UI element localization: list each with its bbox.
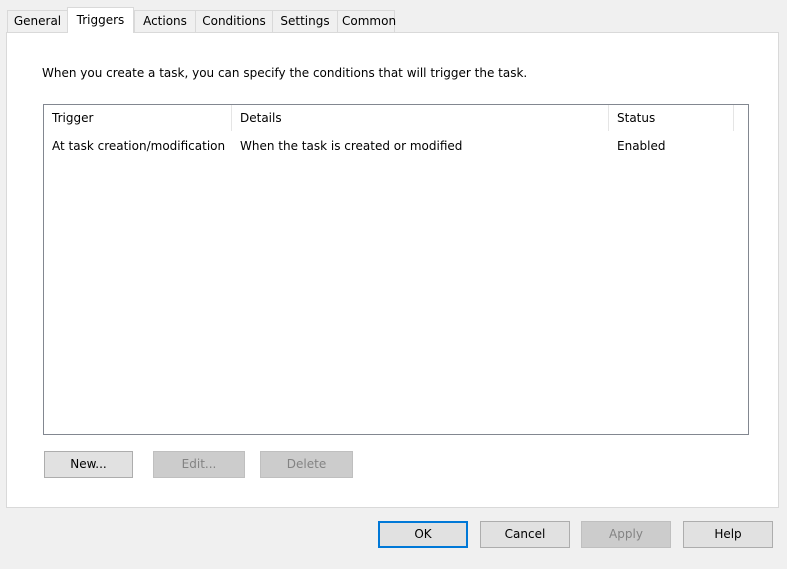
ok-button[interactable]: OK xyxy=(378,521,468,548)
cell-details: When the task is created or modified xyxy=(240,139,463,153)
tab-label: Settings xyxy=(280,14,330,28)
new-button[interactable]: New... xyxy=(44,451,133,478)
delete-button[interactable]: Delete xyxy=(260,451,353,478)
tab-label: Triggers xyxy=(76,13,125,27)
column-header-trigger[interactable]: Trigger xyxy=(44,105,231,131)
tab-label: Actions xyxy=(143,14,187,28)
tab-label: Conditions xyxy=(202,14,266,28)
tab-label: Common xyxy=(342,14,397,28)
edit-button[interactable]: Edit... xyxy=(153,451,245,478)
apply-button[interactable]: Apply xyxy=(581,521,671,548)
column-divider[interactable] xyxy=(733,105,734,131)
tab-general[interactable]: General xyxy=(7,10,68,32)
help-button[interactable]: Help xyxy=(683,521,773,548)
tab-settings[interactable]: Settings xyxy=(272,10,338,32)
column-header-details[interactable]: Details xyxy=(232,105,608,131)
triggers-panel: When you create a task, you can specify … xyxy=(6,32,779,508)
tab-actions[interactable]: Actions xyxy=(134,10,196,32)
table-row[interactable]: At task creation/modification When the t… xyxy=(44,136,748,156)
tab-label: General xyxy=(13,14,62,28)
triggers-list[interactable]: Trigger Details Status At task creation/… xyxy=(43,104,749,435)
cancel-button[interactable]: Cancel xyxy=(480,521,570,548)
column-header-status[interactable]: Status xyxy=(609,105,733,131)
list-header: Trigger Details Status xyxy=(44,105,748,131)
triggers-description: When you create a task, you can specify … xyxy=(42,66,528,80)
tab-conditions[interactable]: Conditions xyxy=(195,10,273,32)
cell-status: Enabled xyxy=(617,139,666,153)
tab-triggers[interactable]: Triggers xyxy=(67,7,134,33)
cell-trigger: At task creation/modification xyxy=(52,139,226,153)
tab-common[interactable]: Common xyxy=(337,10,397,32)
